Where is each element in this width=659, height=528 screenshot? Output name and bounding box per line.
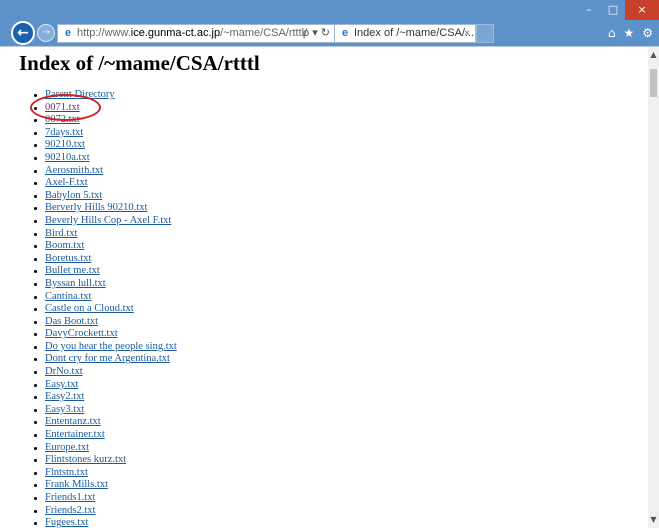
address-prefix: http://www. [77, 27, 131, 39]
file-link[interactable]: Ententanz.txt [45, 416, 101, 427]
file-link[interactable]: Flintstones kurz.txt [45, 454, 126, 465]
list-item: 90210a.txt [34, 152, 177, 165]
list-item: Beverly Hills Cop - Axel F.txt [34, 215, 177, 228]
close-button[interactable]: × [625, 0, 659, 20]
file-link[interactable]: 90210.txt [45, 139, 85, 150]
list-item: Das Boot.txt [34, 316, 177, 329]
list-item: Easy.txt [34, 379, 177, 392]
list-item: Europe.txt [34, 442, 177, 455]
list-item: Friends2.txt [34, 505, 177, 518]
list-item: Flntstn.txt [34, 467, 177, 480]
address-bar[interactable]: e http://www.ice.gunma-ct.ac.jp/~mame/CSA… [57, 24, 335, 43]
file-link[interactable]: Cantina.txt [45, 291, 91, 302]
address-path: /~mame/CSA/rtttl/ [220, 27, 308, 39]
scroll-thumb[interactable] [650, 69, 657, 97]
address-host: ice.gunma-ct.ac.jp [130, 27, 221, 39]
list-item: Bird.txt [34, 228, 177, 241]
list-item: Flintstones kurz.txt [34, 454, 177, 467]
tab-close-icon[interactable]: × [464, 25, 470, 42]
scroll-up-icon[interactable]: ▲ [648, 49, 659, 61]
file-link[interactable]: Bullet me.txt [45, 265, 100, 276]
home-icon[interactable]: ⌂ [608, 24, 616, 43]
file-link[interactable]: Boom.txt [45, 240, 84, 251]
list-item: Friends1.txt [34, 492, 177, 505]
file-link[interactable]: Berverly Hills 90210.txt [45, 202, 147, 213]
page-content: Index of /~mame/CSA/rtttl Parent Directo… [0, 47, 648, 528]
list-item: Boretus.txt [34, 253, 177, 266]
list-item: Bullet me.txt [34, 265, 177, 278]
file-link[interactable]: Fugees.txt [45, 517, 88, 528]
file-link[interactable]: Das Boot.txt [45, 316, 98, 327]
file-link[interactable]: Boretus.txt [45, 253, 91, 264]
file-link[interactable]: Easy2.txt [45, 391, 84, 402]
list-item: Cantina.txt [34, 291, 177, 304]
list-item: Babylon 5.txt [34, 190, 177, 203]
file-link[interactable]: Easy3.txt [45, 404, 84, 415]
scroll-down-icon[interactable]: ▼ [648, 514, 659, 526]
file-link[interactable]: Aerosmith.txt [45, 165, 103, 176]
file-link[interactable]: Dont cry for me Argentina.txt [45, 353, 170, 364]
list-item: Easy3.txt [34, 404, 177, 417]
file-link[interactable]: Friends1.txt [45, 492, 95, 503]
file-link[interactable]: Friends2.txt [45, 505, 95, 516]
forward-arrow-icon[interactable]: → [37, 24, 55, 42]
window-controls: – □ × [577, 0, 659, 20]
file-link[interactable]: Axel-F.txt [45, 177, 88, 188]
list-item: Dont cry for me Argentina.txt [34, 353, 177, 366]
maximize-button[interactable]: □ [601, 0, 625, 20]
file-link[interactable]: Do you hear the people sing.txt [45, 341, 177, 352]
favorites-star-icon[interactable]: ★ [623, 24, 634, 43]
ie-page-icon: e [64, 27, 72, 39]
file-link[interactable]: Castle on a Cloud.txt [45, 303, 134, 314]
file-link[interactable]: DrNo.txt [45, 366, 83, 377]
list-item: Frank Mills.txt [34, 479, 177, 492]
list-item: Berverly Hills 90210.txt [34, 202, 177, 215]
file-link[interactable]: 90210a.txt [45, 152, 90, 163]
file-link[interactable]: Entertainer.txt [45, 429, 105, 440]
tab-index[interactable]: e Index of /~mame/CSA/... × [335, 24, 476, 43]
list-item: Castle on a Cloud.txt [34, 303, 177, 316]
list-item: DavyCrockett.txt [34, 328, 177, 341]
toolbar-icons: ⌂ ★ ⚙ [608, 24, 653, 43]
file-link[interactable]: Babylon 5.txt [45, 190, 102, 201]
highlight-circle [30, 94, 101, 121]
file-link[interactable]: Easy.txt [45, 379, 78, 390]
vertical-scrollbar[interactable]: ▲ ▼ [648, 47, 659, 528]
settings-gear-icon[interactable]: ⚙ [642, 24, 653, 43]
list-item: Entertainer.txt [34, 429, 177, 442]
list-item: Easy2.txt [34, 391, 177, 404]
file-link[interactable]: 7days.txt [45, 127, 83, 138]
page-title: Index of /~mame/CSA/rtttl [19, 51, 260, 75]
file-link[interactable]: Beverly Hills Cop - Axel F.txt [45, 215, 171, 226]
list-item: DrNo.txt [34, 366, 177, 379]
file-link[interactable]: Europe.txt [45, 442, 89, 453]
file-list: Parent Directory 0071.txt 0072.txt 7days.tx… [34, 89, 177, 528]
list-item: 90210.txt [34, 139, 177, 152]
list-item: Ententanz.txt [34, 416, 177, 429]
new-tab-button[interactable] [476, 24, 494, 43]
file-link[interactable]: Bird.txt [45, 228, 77, 239]
list-item: Boom.txt [34, 240, 177, 253]
list-item: Do you hear the people sing.txt [34, 341, 177, 354]
list-item: Axel-F.txt [34, 177, 177, 190]
file-link[interactable]: Byssan lull.txt [45, 278, 106, 289]
file-link[interactable]: DavyCrockett.txt [45, 328, 118, 339]
list-item: Fugees.txt [34, 517, 177, 528]
minimize-button[interactable]: – [577, 0, 601, 20]
file-link[interactable]: Flntstn.txt [45, 467, 88, 478]
list-item: Byssan lull.txt [34, 278, 177, 291]
list-item: Aerosmith.txt [34, 165, 177, 178]
tab-title: Index of /~mame/CSA/... [354, 27, 475, 39]
back-arrow-icon[interactable]: ← [11, 21, 35, 45]
address-controls[interactable]: ρ ▾ ↻ [303, 25, 330, 42]
list-item: 7days.txt [34, 127, 177, 140]
file-link[interactable]: Frank Mills.txt [45, 479, 108, 490]
browser-chrome: – □ × ← → e http://www.ice.gunma-ct.ac.jp… [0, 0, 659, 46]
ie-tab-icon: e [341, 27, 349, 39]
